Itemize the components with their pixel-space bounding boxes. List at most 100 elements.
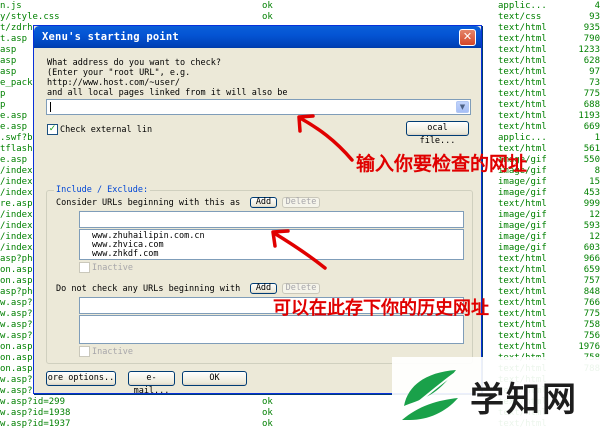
row-type: text/html xyxy=(498,23,547,33)
row-size: 603 xyxy=(583,243,600,253)
exclude-label: Do not check any URLs beginning with xyxy=(56,284,241,294)
row-url: w.asp?id=299 xyxy=(0,397,66,407)
check-external-checkbox[interactable]: ✓ xyxy=(47,124,58,135)
list-item[interactable]: n.js ok applic... 4 xyxy=(0,1,600,12)
include-url-list[interactable]: www.zhuhailipin.com.cn www.zhvica.com ww… xyxy=(79,229,464,260)
inactive-checkbox-2[interactable] xyxy=(79,346,90,357)
row-url: t.asp xyxy=(0,34,28,44)
leaf-logo-icon xyxy=(402,370,458,420)
dialog-titlebar[interactable]: Xenu's starting point ✕ xyxy=(34,26,481,48)
site-logo-text: 学知网 xyxy=(470,380,578,420)
row-type: image/gif xyxy=(498,210,547,220)
inactive-label: Inactive xyxy=(92,263,133,273)
row-type: text/html xyxy=(498,34,547,44)
row-size: 766 xyxy=(583,298,600,308)
row-size: 1193 xyxy=(578,111,600,121)
check-external-label: Check external lin xyxy=(60,125,153,135)
row-size: 15 xyxy=(589,177,600,187)
row-size: 848 xyxy=(583,287,600,297)
row-type: image/gif xyxy=(498,221,547,231)
row-type: text/html xyxy=(498,89,547,99)
inactive-label-2: Inactive xyxy=(92,347,133,357)
row-size: 758 xyxy=(583,320,600,330)
row-url: asp xyxy=(0,67,17,77)
row-url: w.asp?id=1938 xyxy=(0,408,71,418)
check-external-row[interactable]: ✓ Check external lin xyxy=(47,124,152,136)
row-size: 669 xyxy=(583,122,600,132)
email-button[interactable]: e-mail... xyxy=(128,371,175,396)
row-status: ok xyxy=(262,12,273,22)
row-size: 757 xyxy=(583,276,600,286)
row-type: text/html xyxy=(498,56,547,66)
row-size: 93 xyxy=(589,12,600,22)
row-size: 999 xyxy=(583,199,600,209)
dialog-title: Xenu's starting point xyxy=(42,31,179,43)
row-type: text/html xyxy=(498,78,547,88)
inactive-row[interactable]: Inactive xyxy=(79,262,133,274)
delete-button[interactable]: Delete xyxy=(282,197,320,208)
row-size: 453 xyxy=(583,188,600,198)
row-size: 4 xyxy=(594,1,600,11)
delete-exclude-button[interactable]: Delete xyxy=(282,283,320,294)
row-type: text/html xyxy=(498,100,547,110)
row-url: e.asp xyxy=(0,155,28,165)
list-item[interactable]: y/style.css ok text/css 93 xyxy=(0,12,600,23)
row-size: 593 xyxy=(583,221,600,231)
row-type: text/html xyxy=(498,254,547,264)
row-type: text/html xyxy=(498,276,547,286)
row-type: image/gif xyxy=(498,243,547,253)
row-size: 1 xyxy=(594,133,600,143)
url-prompt-text: What address do you want to check? (Ente… xyxy=(47,58,288,98)
row-url: e.asp xyxy=(0,122,28,132)
url-combobox[interactable]: ▼ xyxy=(46,99,471,115)
include-url-input[interactable] xyxy=(79,211,464,228)
chevron-down-icon[interactable]: ▼ xyxy=(456,101,469,113)
starting-point-dialog: Xenu's starting point ✕ What address do … xyxy=(33,25,482,396)
row-type: applic... xyxy=(498,133,547,143)
inactive-checkbox[interactable] xyxy=(79,262,90,273)
row-url: p xyxy=(0,100,6,110)
row-url: asp xyxy=(0,56,17,66)
row-type: text/html xyxy=(498,265,547,275)
row-size: 8 xyxy=(594,166,600,176)
annotation-enter-url: 输入你要检查的网址 xyxy=(356,153,528,175)
row-type: text/html xyxy=(498,45,547,55)
row-size: 756 xyxy=(583,331,600,341)
row-type: text/css xyxy=(498,12,542,22)
row-size: 775 xyxy=(583,89,600,99)
ok-button[interactable]: OK xyxy=(182,371,247,386)
row-status: ok xyxy=(262,419,273,429)
row-size: 659 xyxy=(583,265,600,275)
inactive-row-2[interactable]: Inactive xyxy=(79,346,133,358)
row-url: on.asp xyxy=(0,276,33,286)
row-type: text/html xyxy=(498,298,547,308)
add-button[interactable]: Add xyxy=(250,197,277,208)
row-url: y/style.css xyxy=(0,12,60,22)
row-size: 775 xyxy=(583,309,600,319)
row-size: 73 xyxy=(589,78,600,88)
row-url: n.js xyxy=(0,1,22,11)
row-type: image/gif xyxy=(498,232,547,242)
row-size: 1233 xyxy=(578,45,600,55)
row-type: text/html xyxy=(498,199,547,209)
more-options-button[interactable]: ore options.. xyxy=(46,371,116,386)
text-caret xyxy=(50,102,51,112)
row-url: p xyxy=(0,89,6,99)
row-type: image/gif xyxy=(498,188,547,198)
row-size: 966 xyxy=(583,254,600,264)
row-type: text/html xyxy=(498,67,547,77)
row-size: 97 xyxy=(589,67,600,77)
row-type: text/html xyxy=(498,342,547,352)
row-size: 628 xyxy=(583,56,600,66)
row-size: 561 xyxy=(583,144,600,154)
add-exclude-button[interactable]: Add xyxy=(250,283,277,294)
annotation-history-urls: 可以在此存下你的历史网址 xyxy=(273,298,489,319)
list-item[interactable]: www.zhkdf.com xyxy=(92,250,159,259)
close-icon[interactable]: ✕ xyxy=(459,29,476,46)
row-url: e.asp xyxy=(0,111,28,121)
local-file-button[interactable]: ocal file... xyxy=(406,121,469,146)
row-type: text/html xyxy=(498,111,547,121)
row-status: ok xyxy=(262,397,273,407)
row-type: text/html xyxy=(498,309,547,319)
row-type: text/html xyxy=(498,287,547,297)
